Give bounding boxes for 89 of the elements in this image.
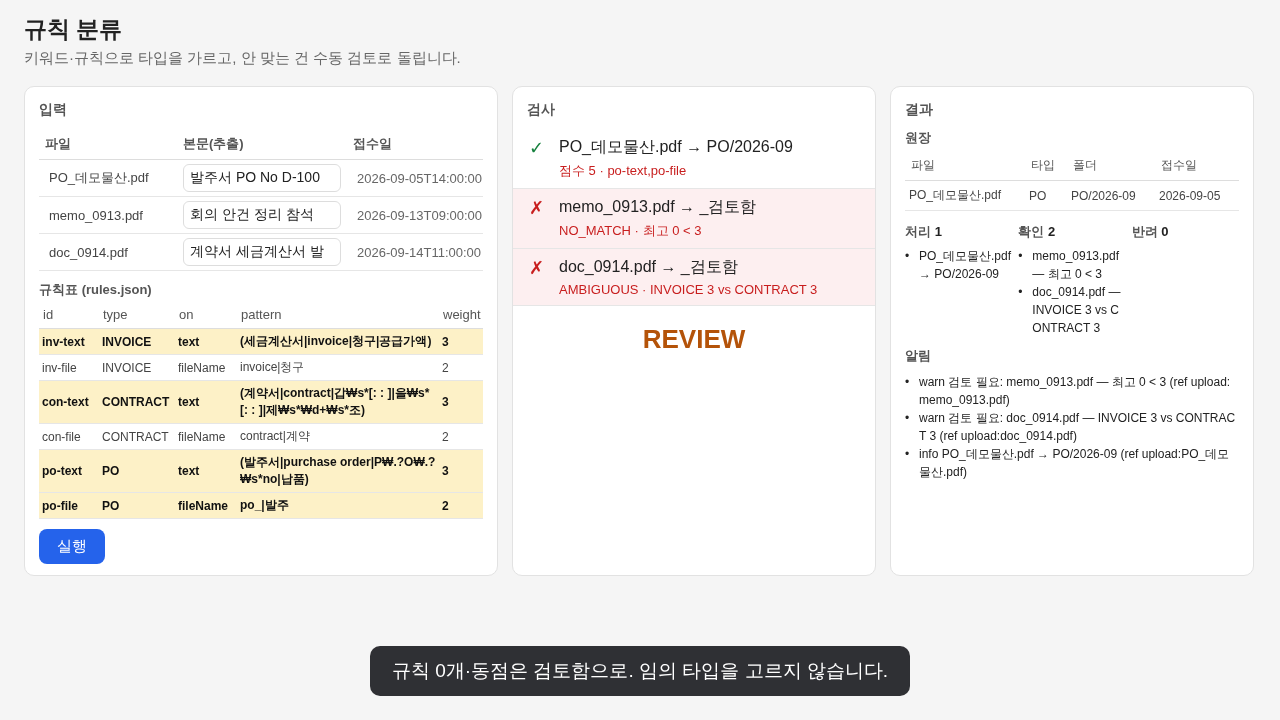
column-header: 폴더: [1067, 151, 1155, 181]
page-title: 규칙 분류: [24, 15, 124, 44]
column-header: on: [175, 301, 237, 329]
table-cell: text: [175, 380, 237, 424]
table-cell: (계약서|contract|갑₩s*[: : ]|을₩s*[: : ]|제₩s*₩d+₩s*조): [237, 380, 439, 424]
table-cell: text: [175, 449, 237, 493]
table-cell: PO/2026-09: [1067, 180, 1155, 211]
table-cell: PO_데모물산.pdf: [905, 180, 1025, 211]
group-title: 확인 2: [1018, 223, 1057, 241]
table-cell: PO: [99, 492, 175, 519]
bullet: •: [905, 248, 911, 265]
group-title: 처리 1: [905, 223, 943, 241]
table-cell: 2026-09-13T09:00:00: [347, 196, 483, 234]
table-cell: inv-file: [39, 354, 99, 381]
column-header: 본문(추출): [177, 129, 347, 160]
table-cell: inv-text: [39, 328, 99, 355]
panel-title: 검사: [527, 101, 556, 119]
page-subtitle: 키워드·규칙으로 타입을 가르고, 안 맞는 건 수동 검토로 돌립니다.: [24, 49, 462, 68]
table-cell: 2026-09-14T11:00:00: [347, 233, 483, 271]
list-item: doc_0914.pdf — INVOICE 3 vs CONTRACT 3: [1032, 284, 1122, 337]
check-detail: AMBIGUOUS · INVOICE 3 vs CONTRACT 3: [559, 282, 818, 297]
table-cell: po-text: [39, 449, 99, 493]
bullet: •: [905, 374, 911, 391]
table-cell: INVOICE: [99, 328, 175, 355]
alert-item: warn 검토 필요: doc_0914.pdf — INVOICE 3 vs CONTRACT 3 (ref upload:doc_0914.pdf): [919, 410, 1237, 445]
table-cell: con-file: [39, 423, 99, 450]
input-field[interactable]: 계약서 세금계산서 발: [183, 238, 341, 266]
table-cell: PO: [99, 449, 175, 493]
panel-title: 결과: [905, 101, 934, 119]
input-field[interactable]: 회의 안건 정리 참석: [183, 201, 341, 229]
section-title: 규칙표 (rules.json): [39, 281, 153, 299]
run-button[interactable]: 실행: [39, 529, 105, 564]
check-result: memo_0913.pdf → _검토함: [559, 197, 757, 217]
check-detail: 점수 5 · po-text,po-file: [559, 162, 688, 180]
table-cell: PO: [1025, 180, 1067, 211]
table-cell: INVOICE: [99, 354, 175, 381]
column-header: id: [39, 301, 99, 329]
table-cell: po-file: [39, 492, 99, 519]
list-item: PO_데모물산.pdf → PO/2026-09: [919, 248, 1013, 283]
check-icon: ✓: [529, 137, 545, 180]
table-cell: (세금계산서|invoice|청구|공급가액): [237, 328, 439, 355]
input-field[interactable]: 발주서 PO No D-100: [183, 164, 341, 192]
table-cell: fileName: [175, 492, 237, 519]
panel-title: 입력: [39, 101, 68, 119]
bullet: •: [1018, 248, 1024, 265]
table-cell: 2: [439, 492, 483, 519]
table-cell: 2: [439, 354, 483, 381]
table-cell: 3: [439, 449, 483, 493]
column-header: weight: [439, 301, 483, 329]
table-cell: CONTRACT: [99, 380, 175, 424]
check-result: PO_데모물산.pdf → PO/2026-09: [559, 137, 793, 157]
table-cell: contract|계약: [237, 423, 439, 450]
table-cell: text: [175, 328, 237, 355]
bullet: •: [1018, 284, 1024, 301]
column-header: 접수일: [347, 129, 483, 160]
table-cell: fileName: [175, 354, 237, 381]
column-header: 파일: [905, 151, 1025, 181]
table-cell: (발주서|purchase order|P₩.?O₩.?₩s*no|납품): [237, 449, 439, 493]
table-cell: PO_데모물산.pdf: [39, 159, 177, 197]
check-result: doc_0914.pdf → _검토함: [559, 257, 739, 277]
cross-icon: ✗: [529, 257, 545, 297]
check-detail: NO_MATCH · 최고 0 < 3: [559, 222, 703, 240]
verdict-text: REVIEW: [641, 324, 747, 355]
table-cell: memo_0913.pdf: [39, 196, 177, 234]
table-cell: 3: [439, 328, 483, 355]
bullet: •: [905, 410, 911, 427]
table-cell: invoice|청구: [237, 354, 439, 381]
column-header: 접수일: [1155, 151, 1239, 181]
section-title: 알림: [905, 347, 932, 365]
table-cell: 2026-09-05T14:00:00: [347, 159, 483, 197]
table-cell: CONTRACT: [99, 423, 175, 450]
column-header: 파일: [39, 129, 177, 160]
column-header: pattern: [237, 301, 439, 329]
table-cell: doc_0914.pdf: [39, 233, 177, 271]
table-cell: po_|발주: [237, 492, 439, 519]
bullet: •: [905, 446, 911, 463]
column-header: 타입: [1025, 151, 1067, 181]
table-cell: 2: [439, 423, 483, 450]
group-title: 반려 0: [1131, 223, 1170, 241]
toast-message: 규칙 0개·동점은 검토함으로. 임의 타입을 고르지 않습니다.: [369, 646, 911, 696]
section-title: 원장: [905, 129, 932, 147]
column-header: type: [99, 301, 175, 329]
table-cell: fileName: [175, 423, 237, 450]
alert-item: info PO_데모물산.pdf → PO/2026-09 (ref upload:PO_데모물산.pdf): [919, 446, 1231, 481]
table-cell: 2026-09-05: [1155, 180, 1239, 211]
table-cell: 3: [439, 380, 483, 424]
table-cell: con-text: [39, 380, 99, 424]
alert-item: warn 검토 필요: memo_0913.pdf — 최고 0 < 3 (ref upload:memo_0913.pdf): [919, 374, 1232, 409]
cross-icon: ✗: [529, 197, 545, 240]
